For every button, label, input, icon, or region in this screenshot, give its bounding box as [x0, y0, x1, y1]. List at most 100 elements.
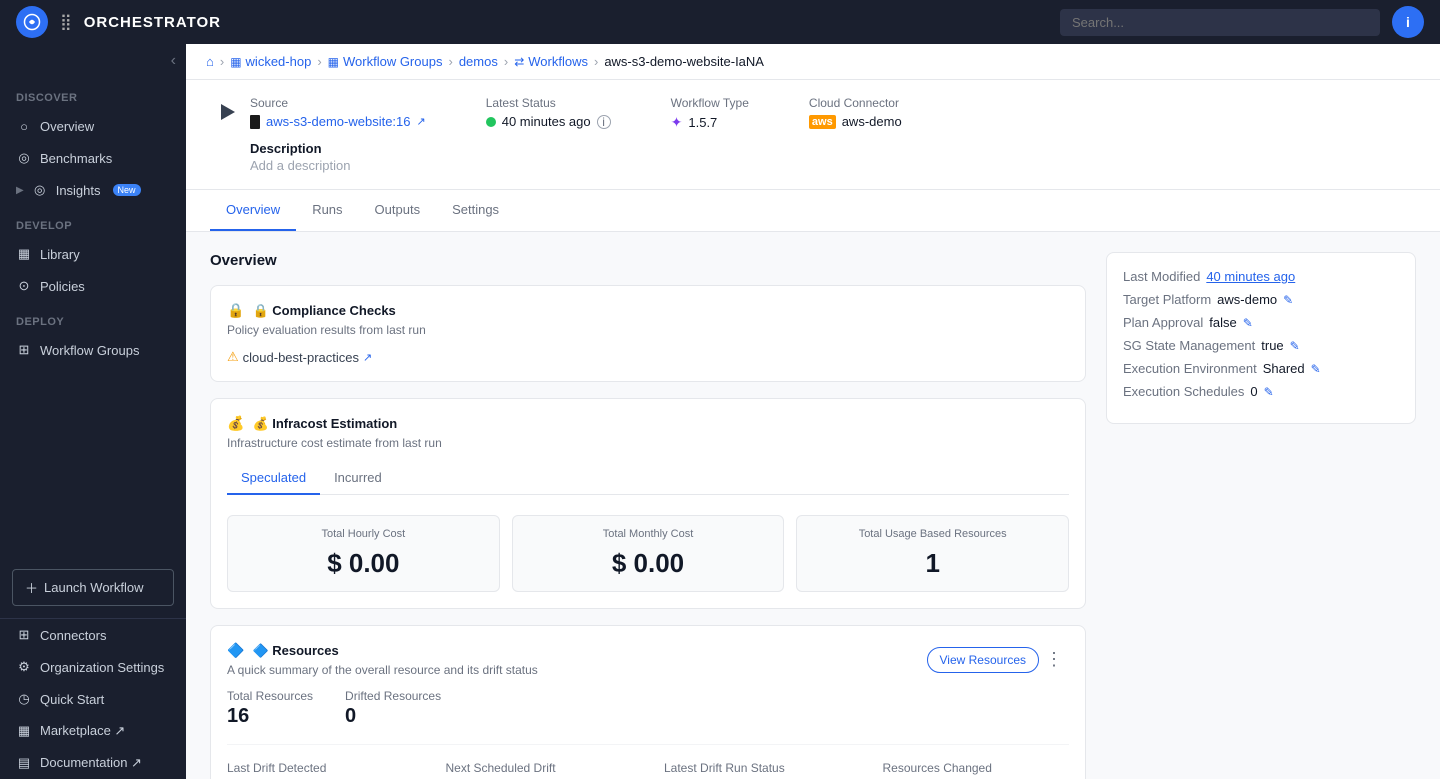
breadcrumb-home-icon: ⌂ — [206, 54, 214, 69]
overview-left: Overview 🔒 🔒 Compliance Checks Policy ev… — [210, 252, 1086, 779]
sidebar-item-overview[interactable]: ○ Overview — [0, 110, 186, 142]
last-modified-value[interactable]: 40 minutes ago — [1206, 269, 1295, 284]
sidebar-item-library[interactable]: ▦ Library — [0, 238, 186, 270]
insights-badge: New — [113, 184, 141, 196]
library-icon: ▦ — [16, 246, 32, 262]
sidebar-item-benchmarks[interactable]: ◎ Benchmarks — [0, 142, 186, 174]
total-resources-label: Total Resources — [227, 689, 313, 703]
connectors-icon: ⊞ — [16, 627, 32, 643]
sidebar-item-documentation[interactable]: ▤ Documentation ↗ — [0, 747, 186, 779]
money-emoji: 💰 — [227, 415, 244, 432]
resources-changed-label: Resources Changed — [883, 761, 1070, 775]
topbar: ⣿ ORCHESTRATOR i — [0, 0, 1440, 44]
next-drift-label: Next Scheduled Drift — [446, 761, 633, 775]
sidebar-item-org-settings[interactable]: ⚙ Organization Settings — [0, 651, 186, 683]
chart-icon: ◎ — [16, 150, 32, 166]
main-content: ⌂ › ▦ wicked-hop › ▦ Workflow Groups › d… — [186, 44, 1440, 779]
sidebar-bottom: ⊞ Connectors ⚙ Organization Settings ◷ Q… — [0, 618, 186, 779]
sidebar-item-connectors[interactable]: ⊞ Connectors — [0, 619, 186, 651]
workflow-type-label: Workflow Type — [671, 96, 749, 110]
source-color-bar — [250, 115, 260, 129]
description-section: Description Add a description — [210, 131, 1416, 173]
global-search-input[interactable] — [1060, 9, 1380, 36]
sidebar-item-workflow-groups[interactable]: ⊞ Workflow Groups — [0, 334, 186, 366]
tab-outputs[interactable]: Outputs — [359, 190, 437, 231]
cloud-connector-label: Cloud Connector — [809, 96, 902, 110]
usage-resources-label: Total Usage Based Resources — [813, 528, 1052, 540]
app-logo[interactable] — [16, 6, 48, 38]
circle-icon: ○ — [16, 118, 32, 134]
sidebar-item-marketplace[interactable]: ▦ Marketplace ↗ — [0, 715, 186, 747]
overview-right: Last Modified 40 minutes ago Target Plat… — [1106, 252, 1416, 779]
tab-overview[interactable]: Overview — [210, 190, 296, 231]
monthly-cost-value: $ 0.00 — [529, 548, 768, 579]
cost-tab-speculated[interactable]: Speculated — [227, 462, 320, 495]
cost-tab-incurred[interactable]: Incurred — [320, 462, 396, 495]
breadcrumb-current: aws-s3-demo-website-IaNA — [604, 54, 764, 69]
breadcrumb-demos[interactable]: demos — [459, 54, 498, 69]
resources-title: 🔷 🔷 Resources — [227, 642, 927, 659]
status-info-icon[interactable]: i — [597, 115, 611, 129]
sidebar-item-quickstart[interactable]: ◷ Quick Start — [0, 683, 186, 715]
source-link[interactable]: aws-s3-demo-website:16 — [266, 114, 411, 129]
monthly-cost-label: Total Monthly Cost — [529, 528, 768, 540]
expand-arrow-icon: ▶ — [16, 185, 24, 196]
resources-changed-item: Resources Changed 0 0 — [883, 761, 1070, 779]
grid-icon[interactable]: ⣿ — [60, 12, 72, 32]
resources-header: 🔷 🔷 Resources A quick summary of the ove… — [227, 642, 1069, 677]
sidebar-section-discover: Discover — [0, 78, 186, 110]
play-workflow-button[interactable] — [210, 96, 242, 128]
workflow-type-group: Workflow Type ✦ 1.5.7 — [671, 96, 749, 131]
total-resources-stat: Total Resources 16 — [227, 689, 313, 728]
workflow-tabs: Overview Runs Outputs Settings — [186, 190, 1440, 232]
store-icon: ▦ — [16, 723, 32, 739]
plan-approval-label: Plan Approval — [1123, 315, 1203, 330]
exec-schedules-edit-icon[interactable]: ✎ — [1264, 385, 1274, 399]
exec-env-edit-icon[interactable]: ✎ — [1311, 362, 1321, 376]
cost-tabs: Speculated Incurred — [227, 462, 1069, 495]
doc-icon: ▤ — [16, 755, 32, 771]
tab-runs[interactable]: Runs — [296, 190, 358, 231]
exec-env-row: Execution Environment Shared ✎ — [1123, 361, 1399, 376]
target-platform-edit-icon[interactable]: ✎ — [1283, 293, 1293, 307]
plan-approval-edit-icon[interactable]: ✎ — [1243, 316, 1253, 330]
infracost-title: 💰 💰 Infracost Estimation — [227, 415, 1069, 432]
grid-small-icon: ⊞ — [16, 342, 32, 358]
target-platform-row: Target Platform aws-demo ✎ — [1123, 292, 1399, 307]
breadcrumb-workflows[interactable]: ⇄ Workflows — [514, 54, 588, 69]
overview-section-title: Overview — [210, 252, 1086, 269]
compliance-ext-link-icon[interactable]: ↗ — [363, 351, 372, 364]
exec-schedules-value: 0 — [1250, 384, 1257, 399]
external-link-icon[interactable]: ↗ — [417, 115, 426, 128]
gear-icon: ⚙ — [16, 659, 32, 675]
source-label: Source — [250, 96, 426, 110]
usage-resources-value: 1 — [813, 548, 1052, 579]
cost-metrics: Total Hourly Cost $ 0.00 Total Monthly C… — [227, 515, 1069, 592]
breadcrumb-workflow-groups[interactable]: ▦ Workflow Groups — [328, 54, 443, 69]
description-placeholder[interactable]: Add a description — [250, 158, 1416, 173]
status-value: 40 minutes ago i — [486, 114, 611, 129]
view-resources-button[interactable]: View Resources — [927, 647, 1039, 673]
drifted-resources-stat: Drifted Resources 0 — [345, 689, 441, 728]
sidebar-section-develop: Develop — [0, 206, 186, 238]
sg-state-row: SG State Management true ✎ — [1123, 338, 1399, 353]
tab-settings[interactable]: Settings — [436, 190, 515, 231]
launch-workflow-button[interactable]: ＋ Launch Workflow — [12, 569, 174, 606]
source-value: aws-s3-demo-website:16 ↗ — [250, 114, 426, 129]
breadcrumb-org[interactable]: ▦ wicked-hop — [230, 54, 311, 69]
sg-state-value: true — [1261, 338, 1283, 353]
resources-more-button[interactable]: ⋮ — [1039, 647, 1069, 672]
sidebar-collapse-btn[interactable]: ‹ — [171, 52, 176, 70]
info-button[interactable]: i — [1392, 6, 1424, 38]
sidebar: ‹ Discover ○ Overview ◎ Benchmarks ▶ ◎ I… — [0, 44, 186, 779]
sidebar-item-insights[interactable]: ▶ ◎ Insights New — [0, 174, 186, 206]
terraform-icon: ✦ — [671, 114, 683, 131]
sidebar-item-policies[interactable]: ⊙ Policies — [0, 270, 186, 302]
resources-subtitle: A quick summary of the overall resource … — [227, 663, 927, 677]
infracost-card: 💰 💰 Infracost Estimation Infrastructure … — [210, 398, 1086, 609]
breadcrumb: ⌂ › ▦ wicked-hop › ▦ Workflow Groups › d… — [186, 44, 1440, 80]
drift-run-status-item: Latest Drift Run Status Success — [664, 761, 851, 779]
compliance-policy-link[interactable]: cloud-best-practices — [243, 350, 359, 365]
exec-schedules-label: Execution Schedules — [1123, 384, 1244, 399]
sg-state-edit-icon[interactable]: ✎ — [1290, 339, 1300, 353]
